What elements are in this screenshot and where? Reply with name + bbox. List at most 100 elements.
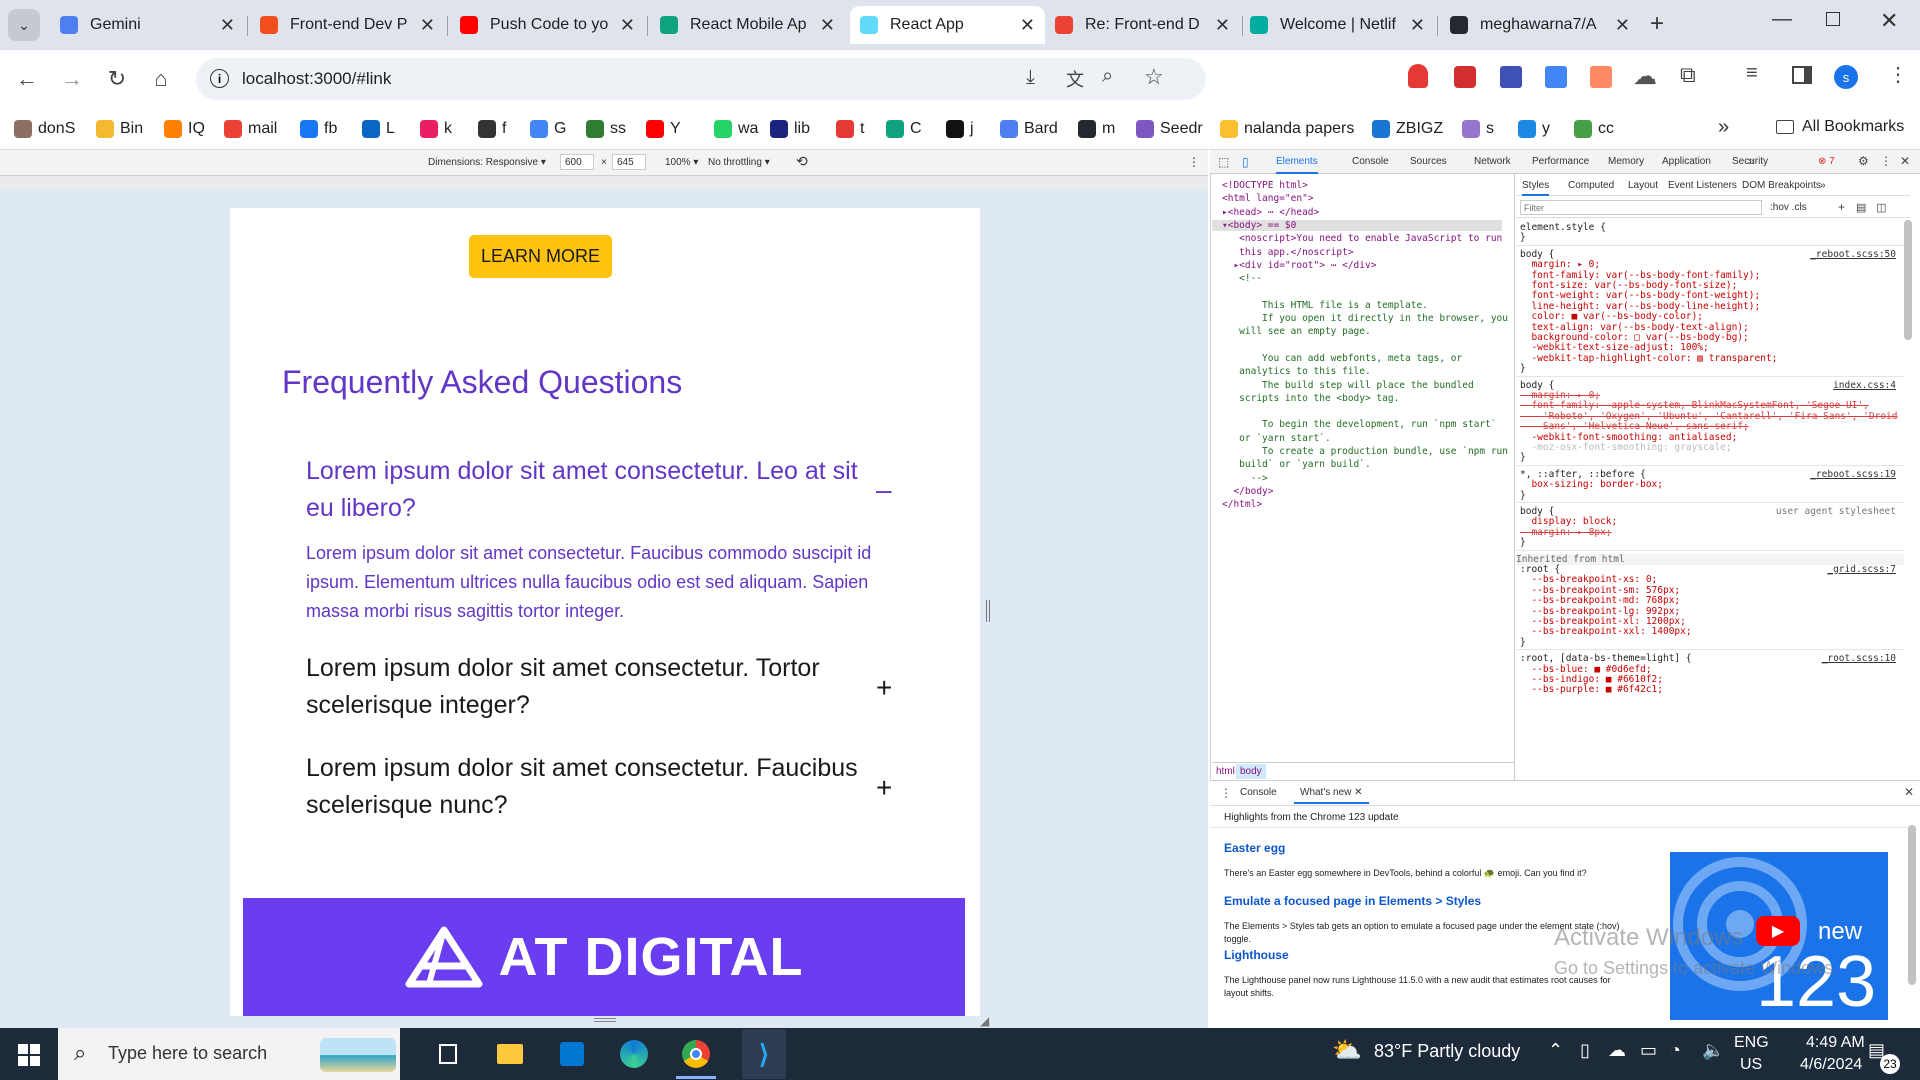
- style-rule-line[interactable]: -webkit-text-size-adjust: 100%;: [1520, 342, 1900, 353]
- style-source-link[interactable]: user agent stylesheet: [1776, 506, 1896, 517]
- dimensions-select[interactable]: Dimensions: Responsive ▾: [428, 157, 546, 168]
- dom-line[interactable]: build` or `yarn build`.: [1222, 459, 1371, 470]
- bookmark-star-icon[interactable]: ☆: [1144, 64, 1164, 90]
- reload-button[interactable]: ↻: [102, 64, 132, 94]
- style-rule-line[interactable]: -webkit-tap-highlight-color: ▨ transpare…: [1520, 353, 1900, 364]
- style-rule-line[interactable]: font-size: var(--bs-body-font-size);: [1520, 280, 1900, 291]
- tab-close-icon[interactable]: ✕: [420, 15, 435, 36]
- devtools-tab-console[interactable]: Console: [1352, 156, 1389, 167]
- style-rule-line[interactable]: }: [1520, 637, 1900, 648]
- style-source-link[interactable]: index.css:4: [1833, 380, 1896, 391]
- home-button[interactable]: ⌂: [146, 64, 176, 94]
- style-rule-line[interactable]: :root {_grid.scss:7: [1520, 564, 1900, 575]
- style-rule-line[interactable]: Inherited from html: [1516, 553, 1904, 565]
- throttle-select[interactable]: No throttling ▾: [708, 157, 770, 168]
- style-rule-line[interactable]: display: block;: [1520, 516, 1900, 527]
- style-rule-line[interactable]: margin: ▸ 8px;: [1520, 527, 1900, 538]
- styles-subtab-4[interactable]: Event Listeners: [1668, 180, 1737, 191]
- computed-sidebar-icon[interactable]: ◫: [1876, 201, 1886, 214]
- style-rule-line[interactable]: font-family: -apple-system, BlinkMacSyst…: [1520, 400, 1900, 411]
- translate-icon[interactable]: 文: [1066, 66, 1084, 92]
- tab-close-icon[interactable]: ✕: [820, 15, 835, 36]
- minimize-button[interactable]: —: [1772, 8, 1792, 31]
- close-devtools-icon[interactable]: ✕: [1900, 154, 1910, 168]
- forward-button[interactable]: →: [57, 64, 87, 94]
- tab-1[interactable]: Gemini ✕: [50, 6, 245, 44]
- bookmark-24[interactable]: cc: [1574, 118, 1614, 140]
- style-rule-line[interactable]: -moz-osx-font-smoothing: grayscale;: [1520, 442, 1900, 453]
- style-rule-line[interactable]: box-sizing: border-box;: [1520, 479, 1900, 490]
- bookmark-6[interactable]: L: [362, 118, 395, 140]
- tab-close-icon[interactable]: ✕: [1215, 15, 1230, 36]
- bookmark-18[interactable]: m: [1078, 118, 1115, 140]
- device-menu-icon[interactable]: ⋮: [1188, 155, 1200, 169]
- dom-line[interactable]: <html lang="en">: [1222, 193, 1314, 204]
- style-rule-line[interactable]: :root, [data-bs-theme=light] {_root.scss…: [1520, 653, 1900, 664]
- style-rule-line[interactable]: --bs-breakpoint-xxl: 1400px;: [1520, 626, 1900, 637]
- styles-filter-input[interactable]: [1520, 200, 1762, 215]
- drawer-tab-console[interactable]: Console: [1240, 787, 1277, 798]
- menu-kebab-icon[interactable]: ⋮: [1888, 62, 1908, 87]
- error-count-badge[interactable]: ⊗ 7: [1818, 156, 1835, 167]
- style-rule-line[interactable]: }: [1520, 452, 1900, 463]
- tray-cloud-icon[interactable]: ☁: [1608, 1040, 1626, 1061]
- bookmark-10[interactable]: ss: [586, 118, 626, 140]
- battery-icon[interactable]: ▭: [1640, 1040, 1657, 1061]
- bookmark-9[interactable]: G: [530, 118, 566, 140]
- bookmark-16[interactable]: j: [946, 118, 974, 140]
- viewport-resize-handle[interactable]: [986, 600, 990, 622]
- style-rule-line[interactable]: *, ::after, ::before {_reboot.scss:19: [1520, 469, 1900, 480]
- bookmark-14[interactable]: t: [836, 118, 864, 140]
- styles-subtab-3[interactable]: Layout: [1628, 180, 1658, 191]
- devtools-menu-icon[interactable]: ⋮: [1880, 154, 1892, 168]
- extension-color-icon[interactable]: [1590, 66, 1612, 88]
- dom-line[interactable]: </body>: [1222, 486, 1273, 497]
- tab-close-icon[interactable]: ✕: [1615, 15, 1630, 36]
- clock-time[interactable]: 4:49 AM: [1806, 1034, 1865, 1052]
- side-panel-icon[interactable]: [1792, 66, 1812, 84]
- styles-subtab-1[interactable]: Styles: [1522, 180, 1550, 196]
- bookmark-2[interactable]: Bin: [96, 118, 143, 140]
- bookmark-20[interactable]: nalanda papers: [1220, 118, 1354, 140]
- devtools-tab-sources[interactable]: Sources: [1410, 156, 1447, 167]
- bookmark-8[interactable]: f: [478, 118, 506, 140]
- expand-icon[interactable]: +: [876, 772, 892, 804]
- style-rule-line[interactable]: --bs-blue: ■ #0d6efd;: [1520, 664, 1900, 675]
- extension-cloud-icon[interactable]: ☁: [1633, 62, 1657, 91]
- bookmark-12[interactable]: wa: [714, 118, 758, 140]
- dom-line[interactable]: The build step will place the bundled: [1222, 380, 1474, 391]
- clock-date[interactable]: 4/6/2024: [1800, 1056, 1862, 1074]
- news-title-1[interactable]: Easter egg: [1224, 841, 1285, 855]
- style-rule-line[interactable]: --bs-breakpoint-xl: 1200px;: [1520, 616, 1900, 627]
- url-text[interactable]: localhost:3000/#link: [242, 69, 391, 89]
- edge-icon[interactable]: [618, 1038, 650, 1070]
- styles-subtab-5[interactable]: DOM Breakpoints: [1742, 180, 1821, 191]
- style-rule-line[interactable]: --bs-breakpoint-md: 768px;: [1520, 595, 1900, 606]
- dom-line[interactable]: To create a production bundle, use `npm …: [1222, 446, 1508, 457]
- styles-scrollbar[interactable]: [1904, 220, 1912, 340]
- style-rule-line[interactable]: element.style {: [1520, 222, 1900, 233]
- dom-line[interactable]: this app.</noscript>: [1222, 247, 1353, 258]
- bookmark-17[interactable]: Bard: [1000, 118, 1058, 140]
- weather-icon[interactable]: ⛅: [1332, 1036, 1362, 1065]
- style-rule-line[interactable]: color: ■ var(--bs-body-color);: [1520, 311, 1900, 322]
- language-code[interactable]: ENG: [1734, 1034, 1769, 1052]
- styles-subtab-2[interactable]: Computed: [1568, 180, 1614, 191]
- media-control-icon[interactable]: ≡: [1746, 62, 1758, 85]
- dom-line[interactable]: ▸<head> ⋯ </head>: [1222, 207, 1319, 218]
- bookmark-15[interactable]: C: [886, 118, 922, 140]
- tray-device-icon[interactable]: ▯: [1580, 1040, 1590, 1061]
- dom-line[interactable]: -->: [1222, 473, 1268, 484]
- site-info-icon[interactable]: i: [210, 69, 229, 88]
- bookmark-4[interactable]: mail: [224, 118, 277, 140]
- style-source-link[interactable]: _reboot.scss:50: [1810, 249, 1896, 260]
- tab-7[interactable]: Welcome | Netlif ✕: [1240, 6, 1435, 44]
- dom-line[interactable]: <!--: [1222, 273, 1262, 284]
- news-title-2[interactable]: Emulate a focused page in Elements > Sty…: [1224, 894, 1481, 908]
- drawer-scrollbar[interactable]: [1908, 825, 1916, 985]
- close-window-button[interactable]: ✕: [1880, 8, 1898, 34]
- weather-text[interactable]: 83°F Partly cloudy: [1374, 1041, 1520, 1062]
- style-rule-line[interactable]: background-color: □ var(--bs-body-bg);: [1520, 332, 1900, 343]
- install-app-icon[interactable]: ⤓: [1026, 66, 1035, 89]
- devtools-tab-performance[interactable]: Performance: [1532, 156, 1589, 167]
